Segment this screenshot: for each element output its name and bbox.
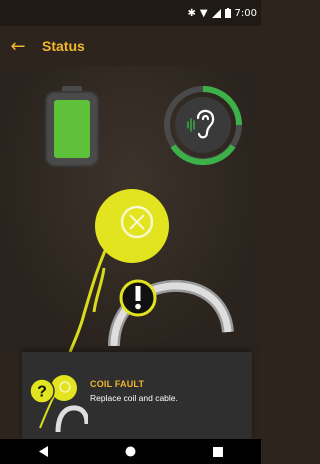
- app-bar: ← Status: [0, 26, 261, 66]
- battery-status-icon: [45, 86, 99, 167]
- nav-back-button[interactable]: [24, 439, 64, 464]
- status-time: 7:00: [234, 7, 257, 19]
- alert-title: COIL FAULT: [90, 379, 145, 389]
- bluetooth-icon: ✱: [187, 7, 196, 19]
- nav-recents-icon: [212, 446, 223, 457]
- system-nav-bar: [0, 439, 261, 464]
- nav-home-icon: [125, 446, 136, 457]
- status-bar: ✱ ▼ 7:00: [0, 0, 261, 26]
- question-warning-icon: ?: [29, 375, 88, 433]
- alert-message: Replace coil and cable.: [90, 393, 178, 403]
- nav-recents-button[interactable]: [198, 439, 238, 464]
- device-illustration: [68, 189, 234, 352]
- wifi-icon: ▼: [199, 7, 208, 19]
- warning-icon: [119, 279, 157, 317]
- battery-icon: [224, 8, 231, 18]
- back-button[interactable]: ←: [0, 26, 36, 66]
- page-title: Status: [42, 38, 85, 54]
- svg-text:?: ?: [37, 384, 47, 401]
- hearing-status-icon: [164, 86, 242, 166]
- signal-icon: [211, 8, 221, 18]
- status-panel: [0, 66, 261, 352]
- nav-home-button[interactable]: [111, 439, 151, 464]
- nav-back-icon: [38, 446, 48, 457]
- arrow-left-icon: ←: [10, 35, 26, 57]
- alert-card[interactable]: ? COIL FAULT Replace coil and cable.: [22, 352, 252, 439]
